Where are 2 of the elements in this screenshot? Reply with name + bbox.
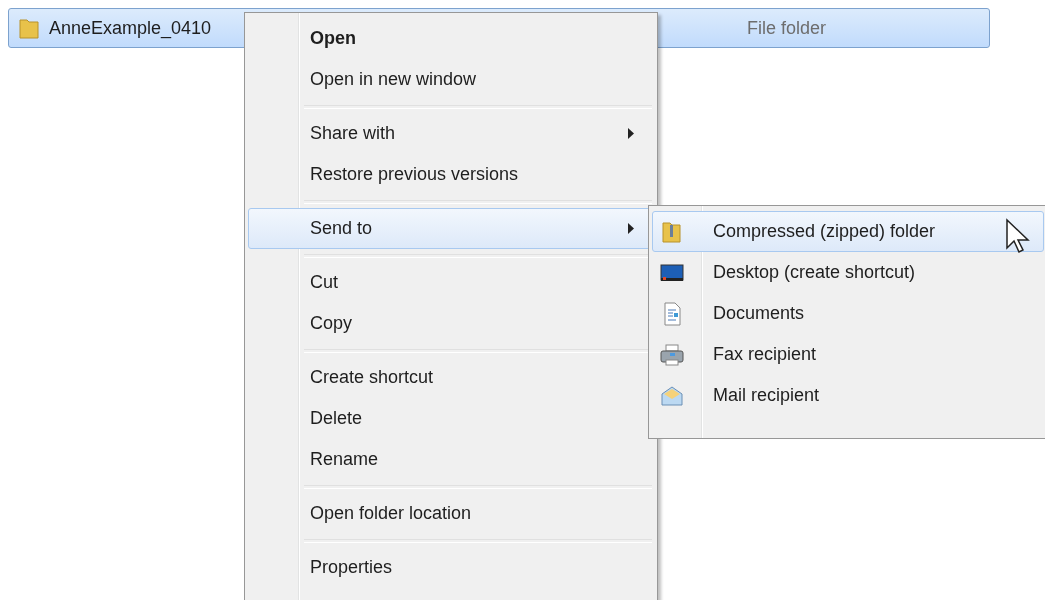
file-name: AnneExample_0410	[49, 17, 212, 38]
file-type: File folder	[747, 17, 827, 39]
